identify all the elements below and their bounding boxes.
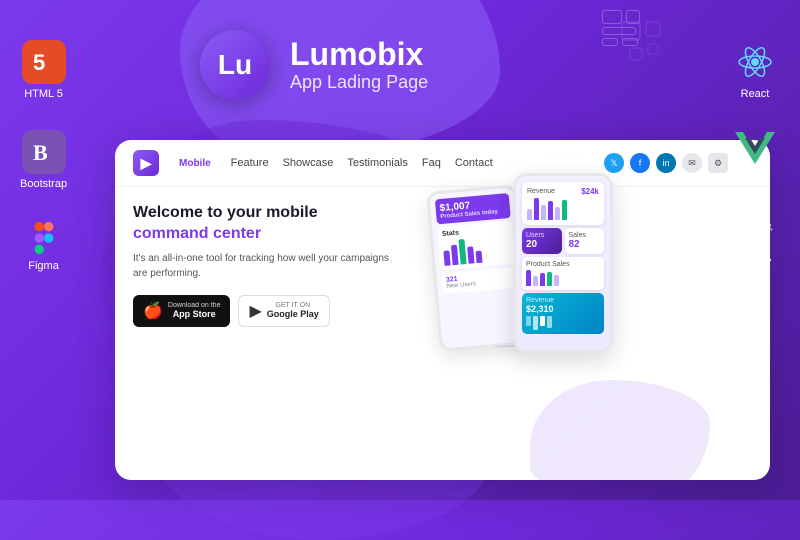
- nav-contact[interactable]: Contact: [455, 157, 493, 169]
- welcome-highlight: command center: [133, 225, 261, 242]
- card-logo: ▶: [133, 150, 159, 176]
- phone-mockup-front: Revenue $24k: [513, 173, 613, 353]
- card-content: Welcome to your mobile command center It…: [133, 203, 393, 327]
- appstore-button[interactable]: 🍎 Download on the App Store: [133, 295, 230, 327]
- phone-area: $1,007 Product Sales today Stats: [403, 203, 603, 327]
- nav-testimonials[interactable]: Testimonials: [347, 157, 408, 169]
- mobile-label: Mobile: [179, 158, 211, 169]
- nav-links: Feature Showcase Testimonials Faq Contac…: [231, 157, 584, 169]
- html5-icon: 5 HTML 5: [20, 40, 67, 100]
- mail-icon[interactable]: ✉: [682, 153, 702, 173]
- tech-icons-left: 5 HTML 5 B Bootstrap Figma: [20, 40, 67, 272]
- figma-icon: Figma: [20, 220, 67, 272]
- welcome-title: Welcome to your mobile command center: [133, 203, 393, 245]
- card-nav: ▶ Mobile Feature Showcase Testimonials F…: [115, 140, 770, 187]
- twitter-icon[interactable]: 𝕏: [604, 153, 624, 173]
- app-logo: Lu: [200, 30, 270, 100]
- apple-icon: 🍎: [143, 301, 163, 321]
- app-name: Lumobix: [290, 37, 428, 72]
- svg-text:5: 5: [33, 50, 45, 75]
- store-buttons: 🍎 Download on the App Store ▶ GET IT ON …: [133, 295, 393, 327]
- card-body: Welcome to your mobile command center It…: [115, 187, 770, 337]
- tech-icons-right: React Vue jQuery: [730, 40, 780, 268]
- header-text: Lumobix App Lading Page: [290, 37, 428, 93]
- jquery-icon: jQuery: [730, 212, 780, 268]
- header: Lu Lumobix App Lading Page: [200, 30, 680, 100]
- card-blob: [530, 380, 710, 480]
- settings-icon[interactable]: ⚙: [708, 153, 728, 173]
- vue-icon: Vue: [733, 130, 777, 182]
- google-play-icon: ▶: [249, 301, 261, 321]
- nav-feature[interactable]: Feature: [231, 157, 269, 169]
- nav-faq[interactable]: Faq: [422, 157, 441, 169]
- welcome-desc: It's an all-in-one tool for tracking how…: [133, 251, 393, 281]
- facebook-icon[interactable]: f: [630, 153, 650, 173]
- preview-card: ▶ Mobile Feature Showcase Testimonials F…: [115, 140, 770, 480]
- svg-text:B: B: [33, 140, 48, 165]
- nav-showcase[interactable]: Showcase: [283, 157, 334, 169]
- googleplay-button[interactable]: ▶ GET IT ON Google Play: [238, 295, 329, 327]
- linkedin-icon[interactable]: in: [656, 153, 676, 173]
- app-subtitle: App Lading Page: [290, 72, 428, 93]
- bootstrap-icon: B Bootstrap: [20, 130, 67, 190]
- react-icon: React: [733, 40, 777, 100]
